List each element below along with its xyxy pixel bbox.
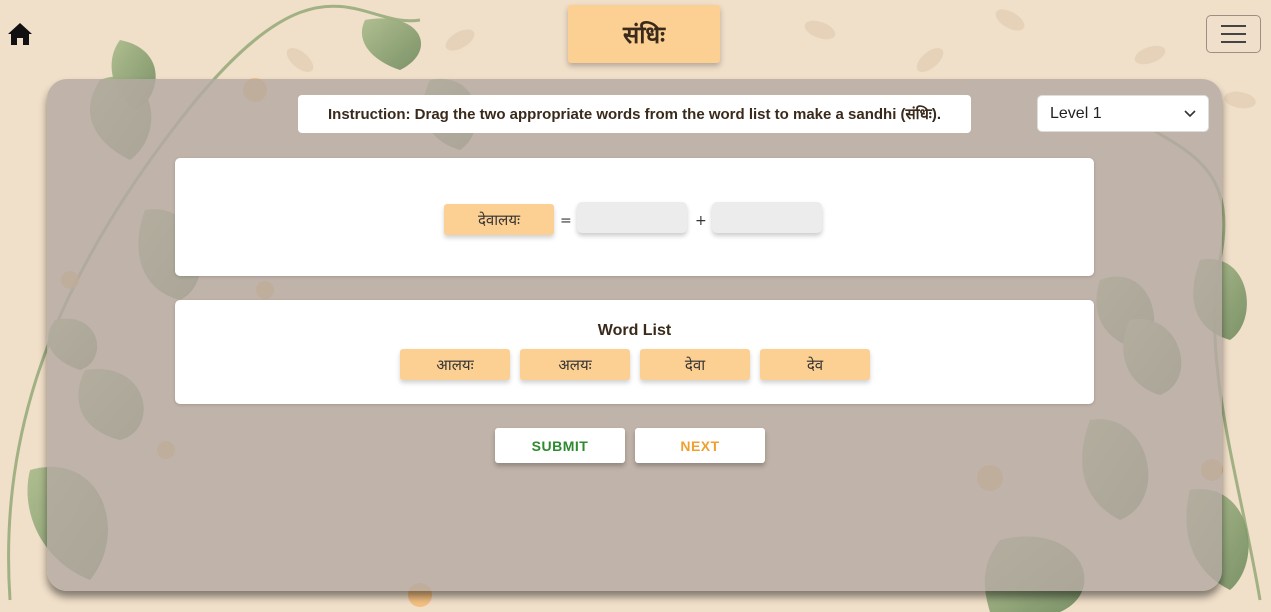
chevron-down-icon bbox=[1184, 109, 1196, 117]
home-icon bbox=[8, 23, 32, 45]
hamburger-icon-bar bbox=[1221, 33, 1246, 35]
word-chip[interactable]: देव bbox=[760, 349, 870, 380]
equals-sign: = bbox=[560, 213, 572, 229]
sandhi-result-chip: देवालयः bbox=[444, 204, 554, 235]
drop-slot-second[interactable] bbox=[712, 202, 822, 233]
plus-sign: + bbox=[695, 213, 707, 229]
page-title: संधिः bbox=[568, 5, 720, 63]
level-select-value: Level 1 bbox=[1050, 104, 1102, 122]
instruction-text: Instruction: Drag the two appropriate wo… bbox=[298, 95, 971, 133]
drop-slot-first[interactable] bbox=[577, 202, 687, 233]
word-chip[interactable]: आलयः bbox=[400, 349, 510, 380]
next-button[interactable]: NEXT bbox=[635, 428, 765, 463]
word-chip[interactable]: अलयः bbox=[520, 349, 630, 380]
equation-card: देवालयः = + bbox=[175, 158, 1094, 276]
level-select[interactable]: Level 1 bbox=[1037, 95, 1209, 132]
hamburger-icon-bar bbox=[1221, 25, 1246, 27]
word-list-title: Word List bbox=[597, 322, 672, 339]
word-chip[interactable]: देवा bbox=[640, 349, 750, 380]
hamburger-icon-bar bbox=[1221, 41, 1246, 43]
home-button[interactable] bbox=[6, 20, 34, 48]
word-list-card: Word List आलयः अलयः देवा देव bbox=[175, 300, 1094, 404]
submit-button[interactable]: SUBMIT bbox=[495, 428, 625, 463]
menu-button[interactable] bbox=[1206, 15, 1261, 53]
